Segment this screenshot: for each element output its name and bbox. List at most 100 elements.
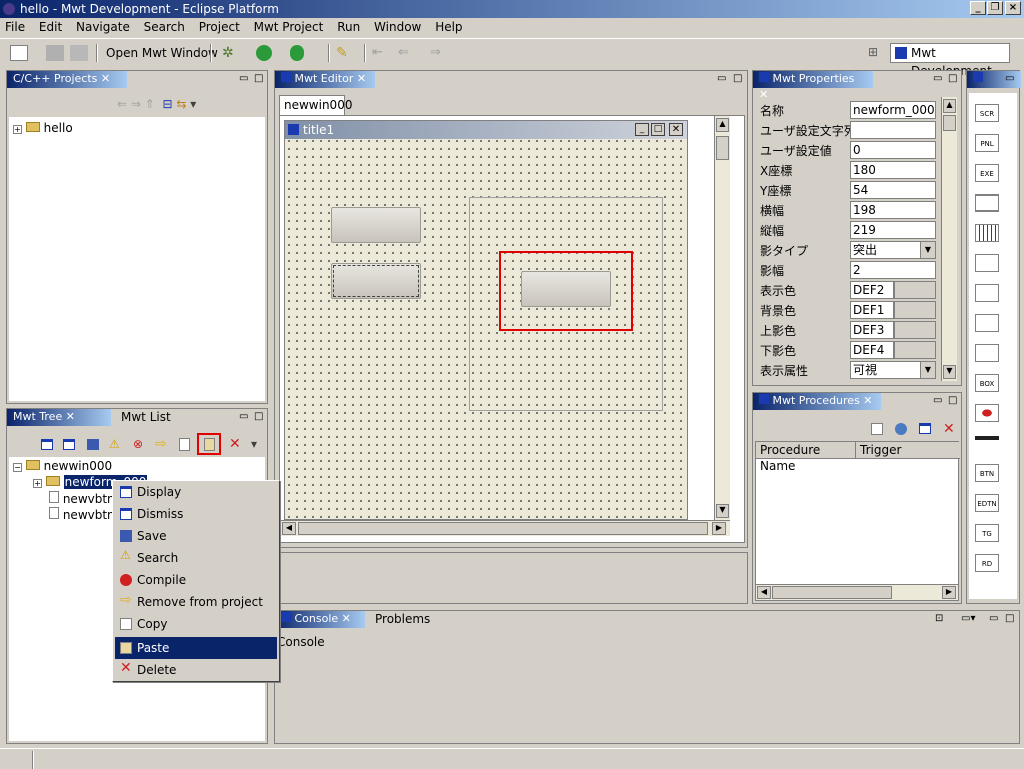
display-window-icon[interactable]: [41, 439, 53, 450]
prop-value-y[interactable]: 54: [850, 181, 936, 199]
debug-icon[interactable]: ✲: [222, 45, 240, 61]
col-procedure-name[interactable]: Procedure Name: [756, 442, 856, 473]
palette-list-icon[interactable]: [975, 224, 999, 242]
minimize-icon[interactable]: ▭: [239, 411, 248, 422]
paste-icon[interactable]: [197, 433, 221, 455]
prop-value-height[interactable]: 219: [850, 221, 936, 239]
forward-icon[interactable]: ⇒: [131, 97, 141, 111]
maximize-icon[interactable]: □: [254, 73, 263, 84]
palette-text-icon[interactable]: [975, 284, 999, 302]
menu-chevron-icon[interactable]: ▾: [190, 97, 196, 111]
expand-icon[interactable]: +: [13, 125, 22, 134]
close-icon[interactable]: ✕: [101, 72, 110, 85]
prop-value-x[interactable]: 180: [850, 161, 936, 179]
back-icon[interactable]: ⇐: [117, 97, 127, 111]
properties-scrollbar[interactable]: ▲ ▼: [941, 97, 957, 381]
menu-navigate[interactable]: Navigate: [71, 18, 135, 37]
forward-icon[interactable]: ⇒: [430, 45, 448, 61]
minimize-icon[interactable]: ▭: [1005, 73, 1014, 84]
dropdown-arrow-icon[interactable]: ▼: [920, 242, 935, 258]
run-icon[interactable]: [256, 45, 272, 61]
dropdown-arrow-icon[interactable]: ▼: [920, 362, 935, 378]
menu-mwt-project[interactable]: Mwt Project: [249, 18, 329, 37]
menu-help[interactable]: Help: [430, 18, 467, 37]
error-icon[interactable]: ⊗: [133, 437, 143, 451]
menu-item-remove-from-project[interactable]: ⇨ Remove from project: [115, 591, 277, 613]
perspective-mwt-development[interactable]: Mwt Development: [890, 43, 1010, 78]
new-icon[interactable]: [10, 45, 28, 61]
color-picker-button[interactable]: [894, 341, 936, 359]
close-icon[interactable]: ✕: [863, 394, 872, 407]
tab-mwt-editor[interactable]: Mwt Editor ✕: [275, 71, 375, 88]
tree-item-newvbtn-1[interactable]: newvbtn_: [49, 491, 121, 507]
edit-procedure-icon[interactable]: [895, 423, 907, 435]
prop-value-display-color[interactable]: DEF2: [850, 281, 894, 299]
menu-item-search[interactable]: ⚠ Search: [115, 547, 277, 569]
menu-chevron-icon[interactable]: ▾: [251, 437, 257, 451]
menu-item-copy[interactable]: Copy: [115, 613, 277, 635]
minimize-icon[interactable]: ▭: [933, 395, 942, 406]
prop-select-shadow-type[interactable]: 突出 ▼: [850, 241, 936, 259]
new-procedure-icon[interactable]: [871, 423, 883, 435]
pin-icon[interactable]: ⊡: [935, 613, 943, 624]
menu-item-delete[interactable]: ✕ Delete: [115, 659, 277, 681]
collapse-icon[interactable]: −: [13, 463, 22, 472]
tab-problems[interactable]: Problems: [369, 611, 436, 628]
up-icon[interactable]: ⇑: [145, 97, 155, 111]
maximize-icon[interactable]: □: [1005, 613, 1014, 624]
editor-subtab-newwin000[interactable]: newwin000: [279, 95, 352, 115]
vbutton-2[interactable]: [331, 263, 421, 299]
palette-tg-icon[interactable]: TG: [975, 524, 999, 542]
copy-icon[interactable]: [179, 438, 190, 451]
prop-value-lower-shadow-color[interactable]: DEF4: [850, 341, 894, 359]
color-picker-button[interactable]: [894, 281, 936, 299]
delete-icon[interactable]: ✕: [943, 421, 955, 437]
palette-table-icon[interactable]: [975, 344, 999, 362]
editor-horizontal-scrollbar[interactable]: ◀ ▶: [280, 520, 730, 536]
delete-icon[interactable]: ✕: [229, 436, 241, 452]
palette-box-icon[interactable]: BOX: [975, 374, 999, 392]
editor-vertical-scrollbar[interactable]: ▲ ▼: [714, 116, 730, 520]
maximize-icon[interactable]: □: [948, 395, 957, 406]
tab-mwt-properties[interactable]: Mwt Properties ✕: [753, 71, 873, 101]
minimize-icon[interactable]: ▭: [989, 613, 998, 624]
tab-cpp-projects[interactable]: C/C++ Projects ✕: [7, 71, 127, 88]
prop-value-user-string[interactable]: [850, 121, 936, 139]
save-icon[interactable]: [46, 45, 64, 61]
prop-value-name[interactable]: newform_000: [850, 101, 936, 119]
display-console-icon[interactable]: ▭▾: [961, 613, 975, 624]
tab-mwt-procedures[interactable]: Mwt Procedures ✕: [753, 393, 881, 410]
maximize-icon[interactable]: □: [948, 73, 957, 84]
maximize-icon[interactable]: □: [733, 73, 742, 84]
palette-pnl-icon[interactable]: PNL: [975, 134, 999, 152]
tree-item-newvbtn-2[interactable]: newvbtn_: [49, 507, 121, 523]
minimize-icon[interactable]: ▭: [717, 73, 726, 84]
menu-item-compile[interactable]: Compile: [115, 569, 277, 591]
palette-edtn-icon[interactable]: EDTN: [975, 494, 999, 512]
close-icon[interactable]: ✕: [357, 72, 366, 85]
prop-value-upper-shadow-color[interactable]: DEF3: [850, 321, 894, 339]
arrow-icon[interactable]: ⇨: [155, 436, 167, 452]
col-trigger[interactable]: Trigger: [856, 442, 960, 459]
tree-item-newwin000[interactable]: − newwin000: [13, 459, 112, 475]
form-title-bar[interactable]: title1 _ □ ✕: [285, 121, 687, 139]
menu-item-save[interactable]: Save: [115, 525, 277, 547]
menu-run[interactable]: Run: [332, 18, 365, 37]
vbutton-selected[interactable]: [521, 271, 611, 307]
prop-select-display-attr[interactable]: 可視 ▼: [850, 361, 936, 379]
form-minimize-icon[interactable]: _: [635, 123, 649, 136]
minimize-button[interactable]: _: [970, 1, 986, 15]
close-icon[interactable]: ✕: [66, 410, 75, 423]
open-perspective-icon[interactable]: ⊞: [868, 45, 886, 61]
expand-icon[interactable]: +: [33, 479, 42, 488]
back-arrow-icon[interactable]: ⇤: [372, 45, 390, 61]
collapse-icon[interactable]: ⊟: [162, 97, 172, 111]
editor-canvas[interactable]: title1 _ □ ✕ ▲ ▼ ◀ ▶: [279, 115, 745, 543]
minimize-icon[interactable]: ▭: [239, 73, 248, 84]
menu-window[interactable]: Window: [369, 18, 426, 37]
minimize-icon[interactable]: ▭: [933, 73, 942, 84]
menu-search[interactable]: Search: [139, 18, 190, 37]
print-icon[interactable]: [70, 45, 88, 61]
tab-console[interactable]: Console ✕: [275, 611, 365, 628]
link-icon[interactable]: ⇆: [176, 97, 186, 111]
